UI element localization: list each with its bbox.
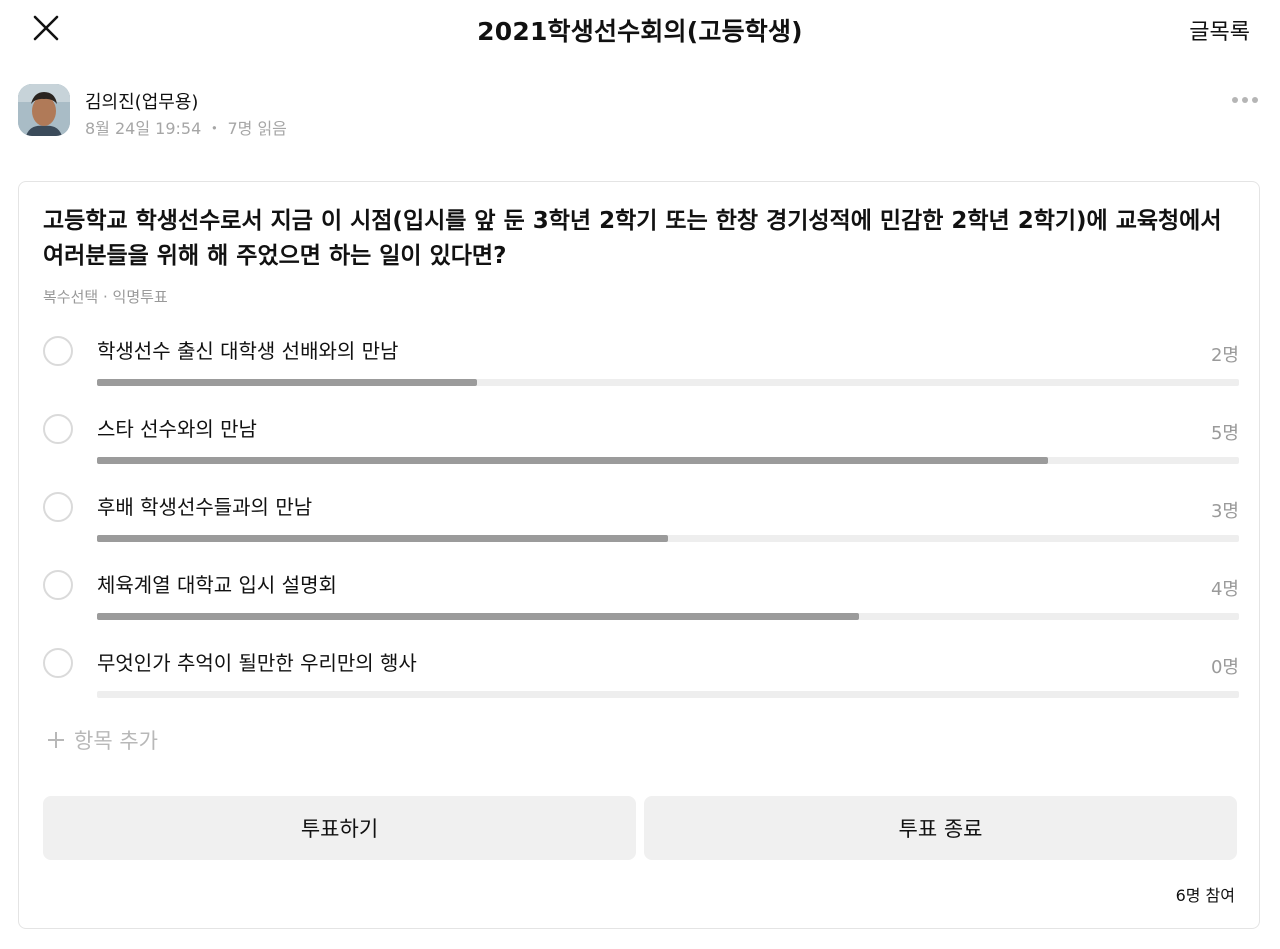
option-label: 후배 학생선수들과의 만남 <box>97 495 313 519</box>
post-list-link[interactable]: 글목록 <box>1189 14 1250 46</box>
option-count: 5명 <box>1210 423 1239 444</box>
option-label: 무엇인가 추억이 될만한 우리만의 행사 <box>97 651 417 675</box>
option-count: 0명 <box>1210 657 1239 678</box>
option-count: 3명 <box>1210 501 1239 522</box>
option-label: 체육계열 대학교 입시 설명회 <box>97 573 337 597</box>
author-name[interactable]: 김의진(업무용) <box>85 88 198 114</box>
more-options-button[interactable] <box>1230 88 1260 112</box>
option-bar-track <box>97 691 1239 698</box>
end-poll-button[interactable]: 투표 종료 <box>644 796 1237 860</box>
post-date: 8월 24일 19:54 <box>85 119 202 138</box>
add-item-button[interactable]: 항목 추가 <box>46 725 158 755</box>
option-bar-track <box>97 613 1239 620</box>
avatar[interactable] <box>18 84 70 136</box>
poll-type: 복수선택 <box>43 288 99 306</box>
poll-option[interactable]: 체육계열 대학교 입시 설명회 4명 <box>43 567 1239 639</box>
poll-anonymous: 익명투표 <box>112 288 168 306</box>
poll-option[interactable]: 스타 선수와의 만남 5명 <box>43 411 1239 483</box>
option-count: 2명 <box>1210 345 1239 366</box>
option-radio[interactable] <box>43 336 73 366</box>
more-dots-icon <box>1232 97 1258 103</box>
option-radio[interactable] <box>43 570 73 600</box>
option-radio[interactable] <box>43 414 73 444</box>
poll-option[interactable]: 무엇인가 추억이 될만한 우리만의 행사 0명 <box>43 645 1239 717</box>
option-label: 스타 선수와의 만남 <box>97 417 257 441</box>
read-count[interactable]: 7명 읽음 <box>227 119 286 138</box>
vote-button[interactable]: 투표하기 <box>43 796 636 860</box>
author-header: 김의진(업무용) 8월 24일 19:54 ・ 7명 읽음 <box>18 84 1262 140</box>
option-bar-fill <box>97 379 478 386</box>
post-meta: 8월 24일 19:54 ・ 7명 읽음 <box>85 115 287 139</box>
option-bar-fill <box>97 457 1049 464</box>
option-bar-fill <box>97 535 668 542</box>
page-title: 2021학생선수회의(고등학생) <box>477 17 803 46</box>
participant-count[interactable]: 6명 참여 <box>1176 882 1235 906</box>
plus-icon <box>48 732 64 748</box>
top-bar: 2021학생선수회의(고등학생) 글목록 <box>0 0 1280 56</box>
meta-separator: · <box>102 288 113 306</box>
poll-settings: 복수선택 · 익명투표 <box>43 286 168 307</box>
option-bar-track <box>97 457 1239 464</box>
option-bar-track <box>97 535 1239 542</box>
option-bar-track <box>97 379 1239 386</box>
poll-option[interactable]: 후배 학생선수들과의 만남 3명 <box>43 489 1239 561</box>
poll-card: 고등학교 학생선수로서 지금 이 시점(입시를 앞 둔 3학년 2학기 또는 한… <box>18 181 1260 929</box>
option-label: 학생선수 출신 대학생 선배와의 만남 <box>97 339 399 363</box>
option-radio[interactable] <box>43 492 73 522</box>
add-item-label: 항목 추가 <box>74 729 158 753</box>
poll-question: 고등학교 학생선수로서 지금 이 시점(입시를 앞 둔 3학년 2학기 또는 한… <box>43 208 1222 269</box>
option-radio[interactable] <box>43 648 73 678</box>
option-bar-fill <box>97 613 859 620</box>
option-count: 4명 <box>1210 579 1239 600</box>
poll-option[interactable]: 학생선수 출신 대학생 선배와의 만남 2명 <box>43 333 1239 405</box>
meta-separator: ・ <box>206 119 223 138</box>
